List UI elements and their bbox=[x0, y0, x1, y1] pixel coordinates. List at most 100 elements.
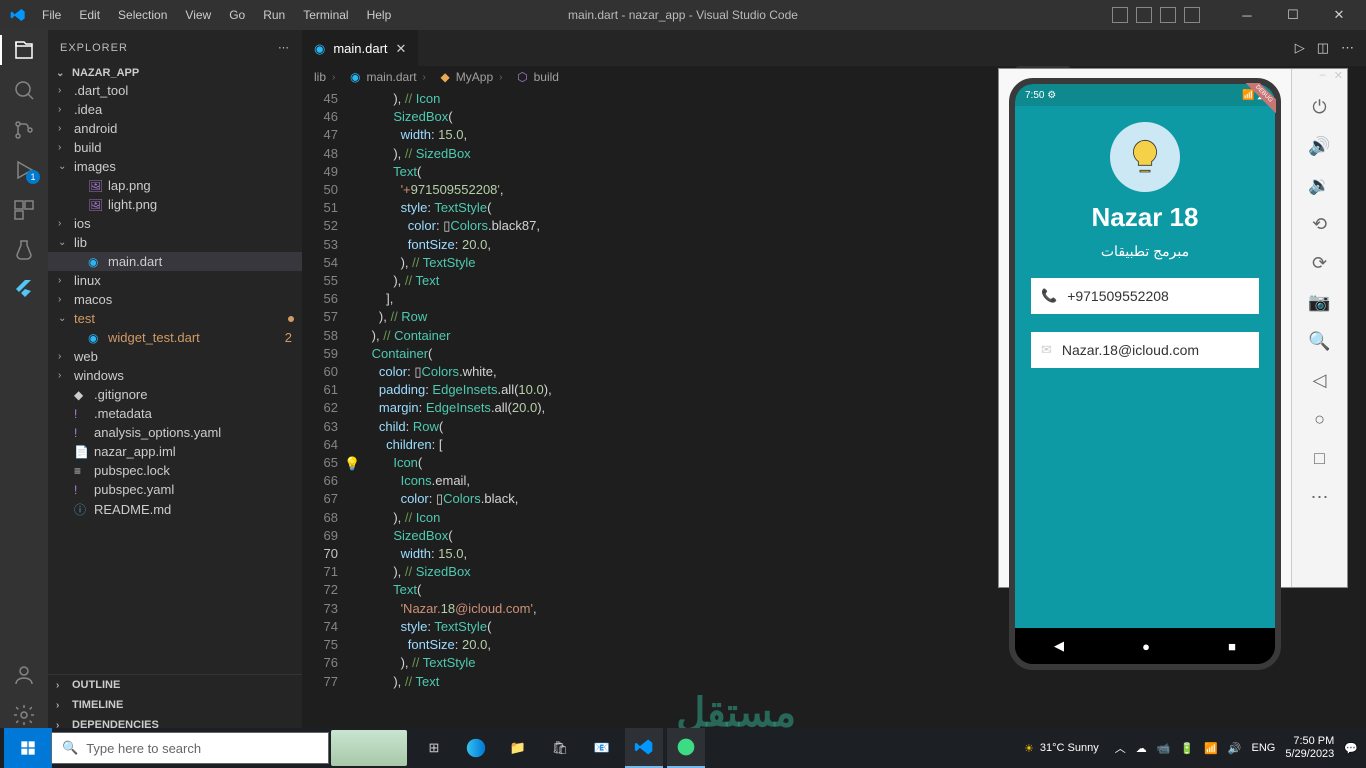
notifications-icon[interactable]: 💬 bbox=[1344, 742, 1358, 755]
flutter-icon[interactable] bbox=[12, 278, 36, 302]
window-minimize-button[interactable]: ─ bbox=[1224, 0, 1270, 30]
source-control-icon[interactable] bbox=[12, 118, 36, 142]
folder-android[interactable]: ›android bbox=[48, 119, 302, 138]
explorer-actions-icon[interactable]: ⋯ bbox=[278, 41, 290, 54]
taskbar-search[interactable]: 🔍 Type here to search bbox=[51, 732, 329, 764]
file-nazar-app-iml[interactable]: 📄nazar_app.iml bbox=[48, 442, 302, 461]
search-icon[interactable] bbox=[12, 78, 36, 102]
window-maximize-button[interactable]: ☐ bbox=[1270, 0, 1316, 30]
folder-web[interactable]: ›web bbox=[48, 347, 302, 366]
tray-chevron-icon[interactable]: ︿ bbox=[1115, 740, 1126, 756]
extensions-icon[interactable] bbox=[12, 198, 36, 222]
emu-home-icon[interactable]: ○ bbox=[1314, 409, 1325, 430]
layout-customize-icon[interactable] bbox=[1184, 7, 1200, 23]
search-icon: 🔍 bbox=[62, 740, 78, 756]
power-icon[interactable]: ⏻ bbox=[1312, 97, 1326, 118]
widget-news[interactable] bbox=[331, 730, 407, 766]
android-studio-task-icon[interactable] bbox=[667, 728, 705, 768]
edge-icon[interactable] bbox=[457, 728, 495, 768]
file-lap-png[interactable]: 🖼lap.png bbox=[48, 176, 302, 195]
folder--idea[interactable]: ›.idea bbox=[48, 100, 302, 119]
menu-go[interactable]: Go bbox=[221, 4, 253, 26]
task-view-icon[interactable]: ⊞ bbox=[415, 728, 453, 768]
folder-lib[interactable]: ⌄lib bbox=[48, 233, 302, 252]
emulator-minimize-button[interactable]: – bbox=[1320, 69, 1326, 87]
titlebar: File Edit Selection View Go Run Terminal… bbox=[0, 0, 1366, 30]
menu-edit[interactable]: Edit bbox=[71, 4, 108, 26]
emu-back-icon[interactable]: ◁ bbox=[1313, 370, 1327, 391]
onedrive-icon[interactable]: ☁ bbox=[1136, 742, 1147, 755]
folder--dart-tool[interactable]: ›.dart_tool bbox=[48, 81, 302, 100]
folder-ios[interactable]: ›ios bbox=[48, 214, 302, 233]
folder-linux[interactable]: ›linux bbox=[48, 271, 302, 290]
volume-icon[interactable]: 🔊 bbox=[1228, 742, 1242, 755]
run-icon[interactable]: ▷ bbox=[1295, 40, 1305, 56]
explorer-root[interactable]: NAZAR_APP bbox=[72, 67, 139, 79]
menu-run[interactable]: Run bbox=[255, 4, 293, 26]
mail-icon[interactable]: 📧 bbox=[583, 728, 621, 768]
nav-recent-icon[interactable]: ■ bbox=[1228, 639, 1236, 654]
menu-selection[interactable]: Selection bbox=[110, 4, 175, 26]
camera-icon[interactable]: 📷 bbox=[1308, 292, 1330, 313]
clock[interactable]: 7:50 PM 5/29/2023 bbox=[1285, 735, 1334, 761]
emulator-close-button[interactable]: ✕ bbox=[1334, 69, 1343, 87]
folder-windows[interactable]: ›windows bbox=[48, 366, 302, 385]
file-widget-test-dart[interactable]: ◉widget_test.dart2 bbox=[48, 328, 302, 347]
meet-now-icon[interactable]: 📹 bbox=[1157, 742, 1171, 755]
more-actions-icon[interactable]: ⋯ bbox=[1341, 40, 1354, 56]
accounts-icon[interactable] bbox=[12, 663, 36, 687]
file--gitignore[interactable]: ◆.gitignore bbox=[48, 385, 302, 404]
menu-view[interactable]: View bbox=[177, 4, 219, 26]
volume-up-icon[interactable]: 🔊 bbox=[1308, 136, 1330, 157]
activity-bar: 1 bbox=[0, 30, 48, 735]
phone-text: +971509552208 bbox=[1067, 288, 1169, 304]
lang-indicator[interactable]: ENG bbox=[1252, 742, 1276, 754]
run-debug-icon[interactable]: 1 bbox=[12, 158, 36, 182]
store-icon[interactable]: 🛍 bbox=[541, 728, 579, 768]
email-card: ✉ Nazar.18@icloud.com bbox=[1031, 332, 1259, 368]
file-tree[interactable]: ›.dart_tool›.idea›android›build⌄images🖼l… bbox=[48, 81, 302, 674]
battery-icon[interactable]: 🔋 bbox=[1180, 742, 1194, 755]
wifi-icon[interactable]: 📶 bbox=[1204, 742, 1218, 755]
file-analysis-options-yaml[interactable]: !analysis_options.yaml bbox=[48, 423, 302, 442]
file-explorer-icon[interactable]: 📁 bbox=[499, 728, 537, 768]
nav-back-icon[interactable]: ◀ bbox=[1054, 638, 1064, 654]
explorer-icon[interactable] bbox=[12, 38, 36, 62]
file-readme-md[interactable]: ⓘREADME.md bbox=[48, 499, 302, 520]
file-pubspec-lock[interactable]: ≡pubspec.lock bbox=[48, 461, 302, 480]
vscode-task-icon[interactable] bbox=[625, 728, 663, 768]
layout-primary-side-icon[interactable] bbox=[1112, 7, 1128, 23]
folder-macos[interactable]: ›macos bbox=[48, 290, 302, 309]
close-icon[interactable]: ✕ bbox=[396, 41, 407, 57]
layout-panel-icon[interactable] bbox=[1136, 7, 1152, 23]
split-editor-icon[interactable]: ◫ bbox=[1317, 40, 1329, 56]
rotate-left-icon[interactable]: ⟲ bbox=[1312, 214, 1327, 235]
emu-recent-icon[interactable]: □ bbox=[1314, 448, 1325, 469]
file--metadata[interactable]: !.metadata bbox=[48, 404, 302, 423]
chevron-down-icon[interactable]: ⌄ bbox=[56, 68, 68, 79]
window-close-button[interactable]: ✕ bbox=[1316, 0, 1362, 30]
rotate-right-icon[interactable]: ⟳ bbox=[1312, 253, 1327, 274]
weather-widget[interactable]: ☀ 31°C Sunny bbox=[1024, 742, 1099, 755]
timeline-section[interactable]: ›TIMELINE bbox=[48, 695, 302, 715]
tab-main-dart[interactable]: ◉ main.dart ✕ bbox=[302, 30, 418, 66]
volume-down-icon[interactable]: 🔉 bbox=[1308, 175, 1330, 196]
emu-more-icon[interactable]: ⋯ bbox=[1311, 487, 1329, 508]
outline-section[interactable]: ›OUTLINE bbox=[48, 675, 302, 695]
testing-icon[interactable] bbox=[12, 238, 36, 262]
folder-build[interactable]: ›build bbox=[48, 138, 302, 157]
menu-file[interactable]: File bbox=[34, 4, 69, 26]
lightbulb-hint-icon[interactable]: 💡 bbox=[344, 456, 360, 472]
file-light-png[interactable]: 🖼light.png bbox=[48, 195, 302, 214]
folder-images[interactable]: ⌄images bbox=[48, 157, 302, 176]
menu-help[interactable]: Help bbox=[359, 4, 400, 26]
nav-home-icon[interactable]: ● bbox=[1142, 639, 1150, 654]
file-pubspec-yaml[interactable]: !pubspec.yaml bbox=[48, 480, 302, 499]
start-button[interactable] bbox=[4, 728, 52, 768]
file-main-dart[interactable]: ◉main.dart bbox=[48, 252, 302, 271]
folder-test[interactable]: ⌄test bbox=[48, 309, 302, 328]
layout-secondary-side-icon[interactable] bbox=[1160, 7, 1176, 23]
settings-gear-icon[interactable] bbox=[12, 703, 36, 727]
menu-terminal[interactable]: Terminal bbox=[295, 4, 356, 26]
zoom-icon[interactable]: 🔍 bbox=[1308, 331, 1330, 352]
